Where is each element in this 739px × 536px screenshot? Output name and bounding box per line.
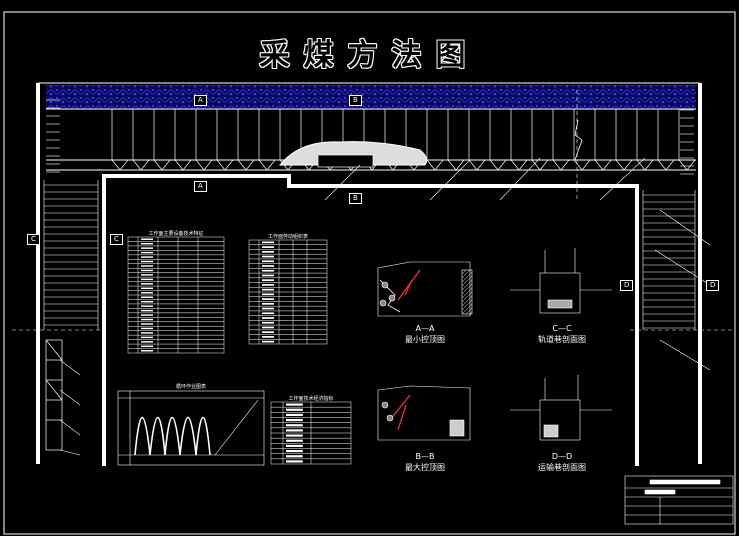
caption-bb-name: 最大控顶图 [405, 463, 445, 472]
section-mark-a-top: A [194, 95, 207, 106]
caption-bb-code: B—B [415, 452, 435, 461]
extension-lines [12, 90, 735, 331]
left-equipment [45, 339, 63, 451]
section-mark-d-right: D [706, 280, 720, 291]
section-mark-d-left: D [620, 280, 634, 291]
drawing-title: 采煤方法图 [259, 38, 480, 73]
section-aa [377, 261, 473, 317]
section-mark-b-top: B [349, 95, 362, 106]
labor-table [248, 239, 328, 345]
fault-line [574, 119, 583, 161]
section-mark-c-left: C [27, 234, 40, 245]
section-dd [510, 375, 612, 441]
right-roadway [642, 109, 696, 330]
caption-aa: A—A 最小控顶图 [395, 323, 455, 345]
labor-table-title: 工作面劳动组织表 [267, 234, 308, 240]
caption-bb: B—B 最大控顶图 [395, 451, 455, 473]
caption-aa-name: 最小控顶图 [405, 335, 445, 344]
caption-cc-name: 轨道巷剖面图 [538, 335, 586, 344]
section-mark-c-right: C [110, 234, 123, 245]
shearer [317, 154, 374, 168]
caption-dd: D—D 运输巷剖面图 [530, 451, 594, 473]
caption-dd-code: D—D [551, 452, 573, 461]
section-mark-a-bottom: A [194, 181, 207, 192]
leader-lines [59, 157, 711, 456]
working-face-outline [36, 82, 702, 466]
section-bb [377, 385, 471, 441]
caption-aa-code: A—A [415, 324, 435, 333]
cycle-chart [117, 390, 265, 466]
goaf-area [46, 85, 696, 109]
caption-cc: C—C 轨道巷剖面图 [530, 323, 594, 345]
left-roadway [43, 99, 99, 330]
mining-method-drawing [3, 11, 736, 535]
section-cc [510, 248, 612, 314]
caption-cc-code: C—C [552, 324, 572, 333]
equipment-table [127, 236, 225, 354]
economic-table [270, 401, 352, 465]
caption-dd-name: 运输巷剖面图 [538, 463, 586, 472]
section-mark-b-bottom: B [349, 193, 362, 204]
equipment-table-title: 工作面主要设备技术特征 [148, 231, 204, 237]
title-block [624, 475, 734, 525]
economic-table-title: 工作面技术经济指标 [288, 396, 334, 402]
cycle-chart-title: 循环作业图表 [175, 384, 206, 390]
